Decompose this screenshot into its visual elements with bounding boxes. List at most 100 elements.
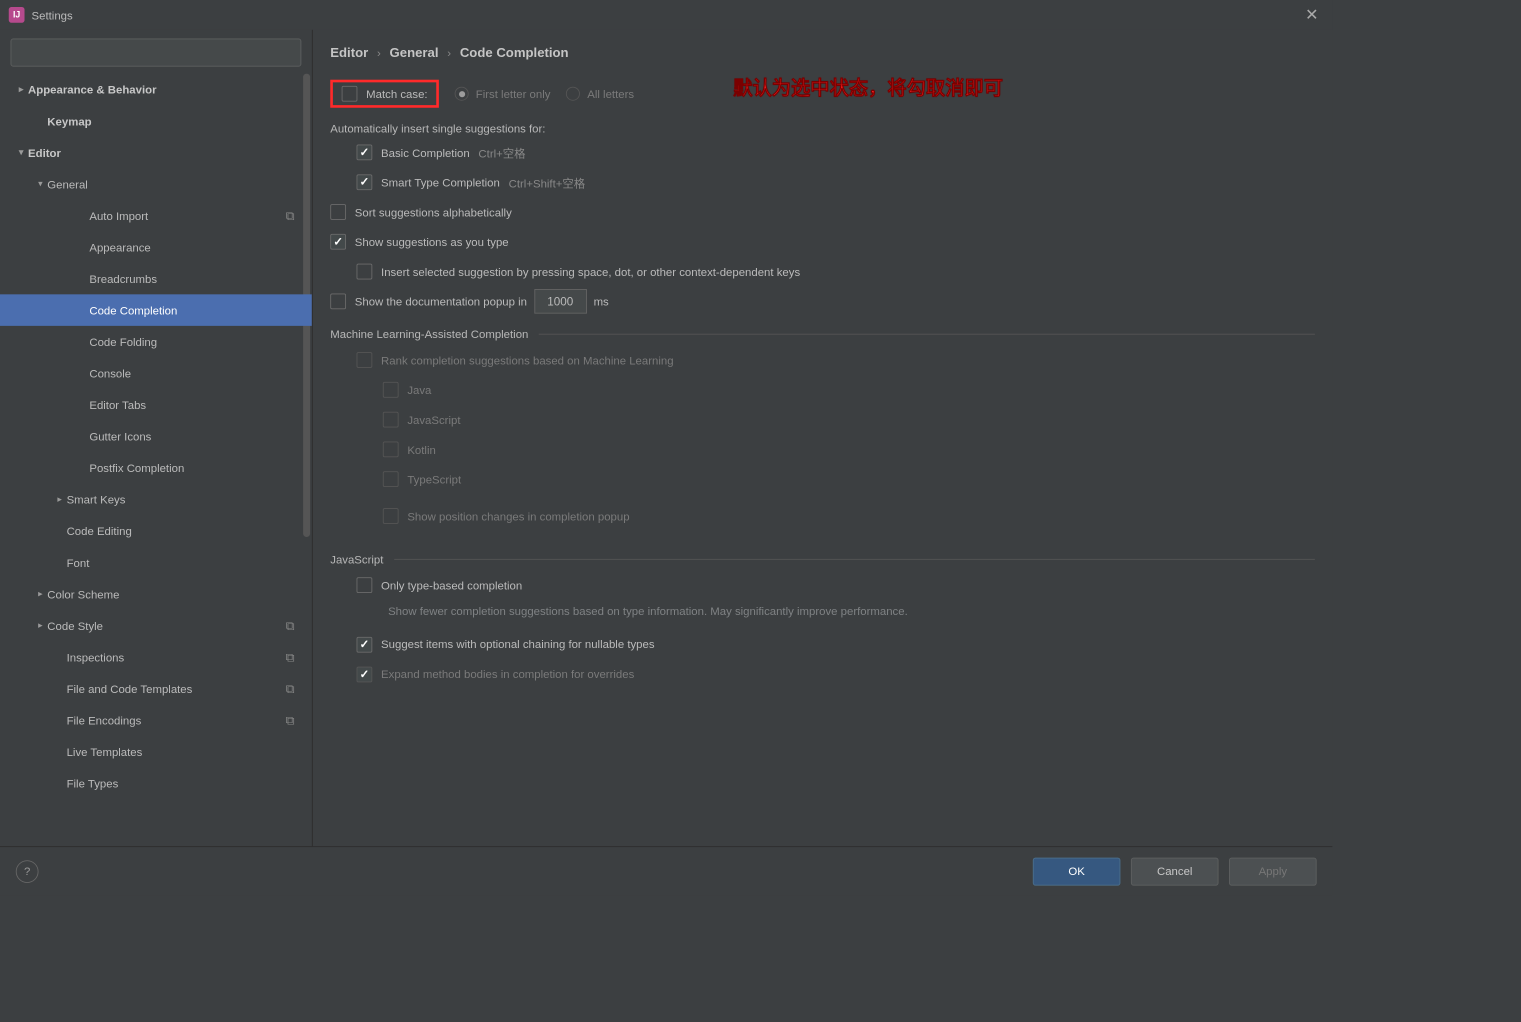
doc-delay-input[interactable] <box>534 289 587 314</box>
sidebar-item[interactable]: Gutter Icons <box>0 420 312 452</box>
sidebar-item[interactable]: ▸Appearance & Behavior <box>0 74 312 106</box>
sidebar-item-label: Gutter Icons <box>89 430 151 443</box>
sidebar-item-label: Console <box>89 367 131 380</box>
sidebar-item[interactable]: Code Completion <box>0 294 312 326</box>
show-pos-checkbox[interactable] <box>383 508 399 524</box>
help-icon[interactable]: ? <box>16 860 39 883</box>
lang-kotlin-checkbox[interactable] <box>383 442 399 458</box>
sort-alpha-checkbox[interactable] <box>330 204 346 220</box>
match-case-checkbox[interactable] <box>342 86 358 102</box>
show-pos-label: Show position changes in completion popu… <box>407 509 629 522</box>
smart-type-label: Smart Type Completion <box>381 176 500 189</box>
rank-ml-checkbox[interactable] <box>357 352 373 368</box>
apply-button[interactable]: Apply <box>1229 857 1317 885</box>
close-icon[interactable]: ✕ <box>1300 4 1324 26</box>
basic-completion-checkbox[interactable] <box>357 145 373 161</box>
sidebar-item[interactable]: Editor Tabs <box>0 389 312 421</box>
match-case-label: Match case: <box>366 87 427 100</box>
show-doc-label: Show the documentation popup in <box>355 295 527 308</box>
sidebar-item[interactable]: ▾General <box>0 168 312 200</box>
insert-selected-checkbox[interactable] <box>357 264 373 280</box>
settings-tree[interactable]: ▸Appearance & BehaviorKeymap▾Editor▾Gene… <box>0 74 312 847</box>
sidebar-item-label: Smart Keys <box>67 493 126 506</box>
chevron-right-icon: ▸ <box>14 85 28 95</box>
sidebar-item[interactable]: Auto Import ⧉ <box>0 200 312 232</box>
chevron-right-icon: ▸ <box>33 589 47 599</box>
titlebar: IJ Settings ✕ <box>0 0 1332 30</box>
sidebar-item-label: File Types <box>67 777 119 790</box>
window-title: Settings <box>32 8 73 21</box>
ok-button[interactable]: OK <box>1033 857 1121 885</box>
copy-icon: ⧉ <box>286 208 295 223</box>
sidebar-item[interactable]: File Encodings ⧉ <box>0 704 312 736</box>
sidebar-item[interactable]: File and Code Templates ⧉ <box>0 673 312 705</box>
sidebar-item-label: Code Style <box>47 619 103 632</box>
sidebar-item[interactable]: ▾Editor <box>0 137 312 169</box>
cancel-button[interactable]: Cancel <box>1131 857 1219 885</box>
content-pane: Editor › General › Code Completion Match… <box>313 30 1333 846</box>
show-as-type-label: Show suggestions as you type <box>355 235 509 248</box>
chevron-right-icon: ▸ <box>33 621 47 631</box>
chevron-right-icon: ▸ <box>53 495 67 505</box>
suggest-opt-checkbox[interactable] <box>357 636 373 652</box>
sidebar-item[interactable]: Breadcrumbs <box>0 263 312 295</box>
copy-icon: ⧉ <box>286 681 295 696</box>
sidebar-item[interactable]: Inspections⧉ <box>0 641 312 673</box>
sidebar-item[interactable]: Postfix Completion <box>0 452 312 484</box>
sidebar-item-label: File Encodings <box>67 714 142 727</box>
ms-label: ms <box>594 295 609 308</box>
show-doc-checkbox[interactable] <box>330 293 346 309</box>
chevron-right-icon: › <box>377 46 381 59</box>
lang-js-checkbox[interactable] <box>383 412 399 428</box>
sidebar-item-label: Code Completion <box>89 304 177 317</box>
sidebar-item-label: Editor Tabs <box>89 398 146 411</box>
copy-icon: ⧉ <box>286 713 295 728</box>
breadcrumb-editor[interactable]: Editor <box>330 46 368 61</box>
sidebar-item[interactable]: Keymap <box>0 105 312 137</box>
chevron-down-icon: ▾ <box>14 148 28 158</box>
sidebar-item-label: Auto Import <box>89 209 148 222</box>
sidebar-item-label: Font <box>67 556 90 569</box>
only-type-checkbox[interactable] <box>357 577 373 593</box>
sidebar-item[interactable]: ▸Smart Keys <box>0 484 312 516</box>
sidebar-item[interactable]: Console <box>0 357 312 389</box>
search-input[interactable] <box>11 39 302 67</box>
sidebar-item[interactable]: ▸Code Style ⧉ <box>0 610 312 642</box>
match-case-highlight: Match case: <box>330 80 439 108</box>
sidebar-item[interactable]: Live Templates <box>0 736 312 768</box>
separator <box>539 334 1315 335</box>
all-letters-radio[interactable] <box>566 87 580 101</box>
sidebar-item[interactable]: File Types <box>0 767 312 799</box>
copy-icon: ⧉ <box>286 618 295 633</box>
chevron-down-icon: ▾ <box>33 179 47 189</box>
breadcrumb-general[interactable]: General <box>390 46 439 61</box>
sidebar-item[interactable]: Code Editing <box>0 515 312 547</box>
sidebar-item-label: General <box>47 177 88 190</box>
lang-ts-checkbox[interactable] <box>383 471 399 487</box>
sidebar-item[interactable]: ▸Color Scheme <box>0 578 312 610</box>
sidebar-item[interactable]: Appearance <box>0 231 312 263</box>
first-letter-label: First letter only <box>476 87 551 100</box>
sidebar-item-label: File and Code Templates <box>67 682 193 695</box>
expand-method-checkbox[interactable] <box>357 666 373 682</box>
auto-insert-heading: Automatically insert single suggestions … <box>330 122 1315 135</box>
smart-type-checkbox[interactable] <box>357 174 373 190</box>
sidebar-item[interactable]: Font <box>0 547 312 579</box>
sidebar-item-label: Postfix Completion <box>89 461 184 474</box>
sidebar-item-label: Code Folding <box>89 335 157 348</box>
expand-method-label: Expand method bodies in completion for o… <box>381 668 634 681</box>
lang-java-checkbox[interactable] <box>383 382 399 398</box>
settings-dialog: IJ Settings ✕ 🔍 ▸Appearance & BehaviorKe… <box>0 0 1332 895</box>
all-letters-label: All letters <box>587 87 634 100</box>
sidebar-item-label: Appearance & Behavior <box>28 83 156 96</box>
sidebar-item[interactable]: Code Folding <box>0 326 312 358</box>
intellij-icon: IJ <box>9 7 25 23</box>
first-letter-radio[interactable] <box>455 87 469 101</box>
rank-ml-label: Rank completion suggestions based on Mac… <box>381 353 673 366</box>
lang-ts-label: TypeScript <box>407 473 461 486</box>
footer: ? OK Cancel Apply <box>0 846 1332 895</box>
sidebar-item-label: Inspections <box>67 650 125 663</box>
basic-completion-label: Basic Completion <box>381 146 470 159</box>
show-as-type-checkbox[interactable] <box>330 234 346 250</box>
sidebar-item-label: Appearance <box>89 240 150 253</box>
